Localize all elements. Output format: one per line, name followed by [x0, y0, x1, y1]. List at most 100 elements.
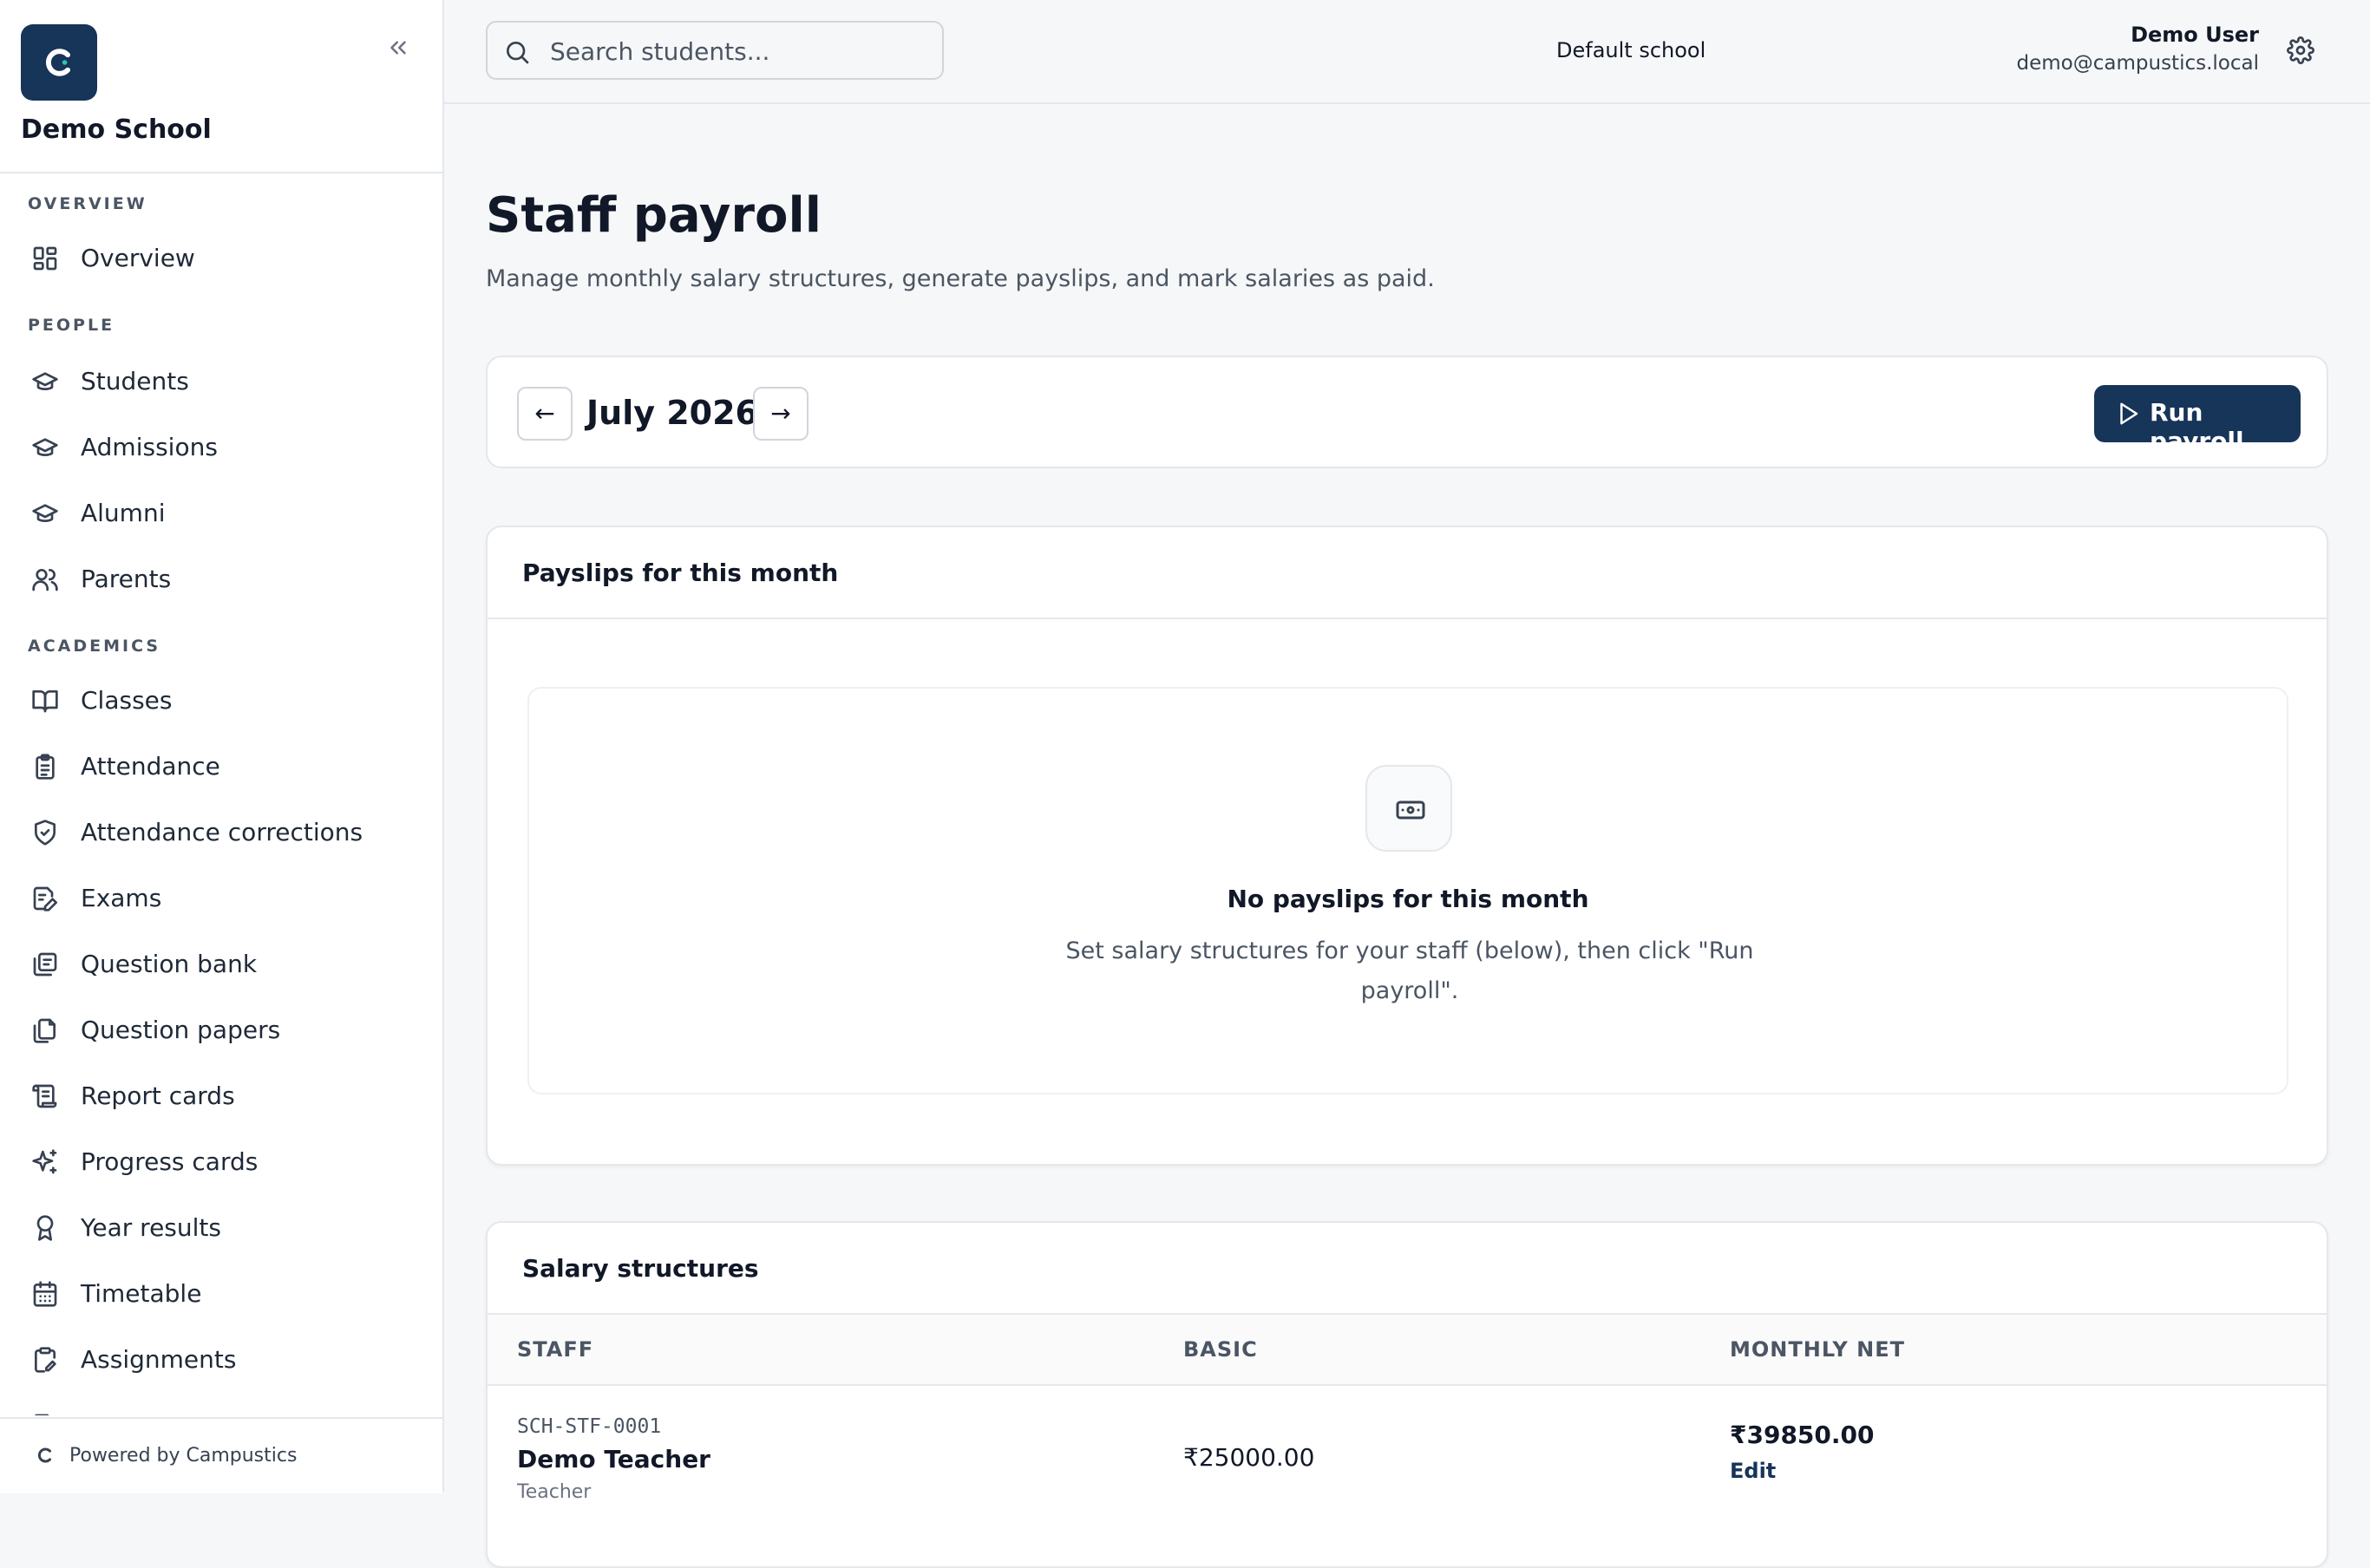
sidebar-item-label: Attendance corrections: [81, 818, 363, 846]
powered-by-footer: Powered by Campustics: [0, 1417, 442, 1493]
column-header-basic: BASIC: [1183, 1337, 1258, 1362]
sidebar-item-timetable[interactable]: Timetable: [16, 1264, 423, 1320]
scroll-text-icon: [32, 1084, 57, 1108]
payslips-title: Payslips for this month: [522, 559, 839, 587]
sidebar-brand: Demo School: [0, 0, 442, 173]
sidebar-item-label: Exams: [81, 884, 162, 912]
sidebar-item-label: Admissions: [81, 433, 218, 461]
salary-title: Salary structures: [522, 1254, 759, 1283]
sidebar-item-students[interactable]: Students: [16, 352, 423, 408]
play-icon: [2120, 402, 2138, 425]
monthly-net: ₹39850.00: [1730, 1421, 1875, 1449]
sidebar-item-label: Parents: [81, 565, 172, 593]
payslips-card-header: Payslips for this month: [488, 527, 2327, 619]
search-icon: [507, 42, 529, 64]
staff-name: Demo Teacher: [517, 1445, 710, 1473]
file-pen-icon: [35, 1414, 49, 1415]
sidebar-item-partial[interactable]: [16, 1396, 423, 1415]
sidebar-item-label: Classes: [81, 686, 173, 715]
previous-month-button[interactable]: ←: [517, 387, 573, 441]
sidebar-item-label: Attendance: [81, 752, 220, 781]
sidebar-item-year-results[interactable]: Year results: [16, 1199, 423, 1254]
sidebar-item-label: Assignments: [81, 1345, 237, 1374]
users-icon: [32, 569, 58, 591]
sidebar-item-alumni[interactable]: Alumni: [16, 484, 423, 539]
calendar-icon: [33, 1281, 57, 1307]
sidebar: Demo School OVERVIEW Overview PEOPLE Stu…: [0, 0, 444, 1493]
sidebar-item-label: Question bank: [81, 950, 258, 978]
sidebar-item-parents[interactable]: Parents: [16, 550, 423, 605]
nav-section-people: PEOPLE: [28, 316, 115, 335]
empty-state-title: No payslips for this month: [1227, 885, 1589, 913]
school-switcher[interactable]: Default school: [1556, 38, 1705, 62]
sidebar-item-assignments[interactable]: Assignments: [16, 1330, 423, 1386]
sidebar-item-label: Question papers: [81, 1016, 281, 1044]
school-name: Demo School: [21, 114, 212, 145]
clipboard-list-icon: [36, 754, 55, 780]
sidebar-item-label: Progress cards: [81, 1147, 259, 1176]
graduation-cap-icon: [32, 438, 58, 456]
column-header-monthly-net: MONTHLY NET: [1730, 1337, 1905, 1362]
salary-structures-card: Salary structures STAFF BASIC MONTHLY NE…: [486, 1221, 2328, 1568]
nav-section-overview: OVERVIEW: [28, 194, 147, 213]
run-payroll-label: Run payroll: [2150, 398, 2244, 455]
sidebar-nav: OVERVIEW Overview PEOPLE Students Admiss…: [0, 173, 442, 1415]
sidebar-item-label: Students: [81, 367, 189, 395]
banknote-icon: [1396, 800, 1425, 820]
sidebar-item-admissions[interactable]: Admissions: [16, 418, 423, 474]
staff-role: Teacher: [517, 1481, 592, 1503]
search-input[interactable]: [548, 33, 933, 69]
sidebar-item-question-bank[interactable]: Question bank: [16, 935, 423, 990]
page-subtitle: Manage monthly salary structures, genera…: [486, 265, 1435, 292]
powered-by-text: Powered by Campustics: [69, 1445, 298, 1467]
campustics-logo-icon: [46, 49, 71, 76]
nav-section-academics: ACADEMICS: [28, 637, 161, 656]
book-open-icon: [32, 690, 58, 713]
sidebar-item-question-papers[interactable]: Question papers: [16, 1001, 423, 1056]
empty-state-icon-box: [1365, 765, 1452, 852]
sidebar-item-attendance-corrections[interactable]: Attendance corrections: [16, 803, 423, 859]
gear-icon[interactable]: [2287, 36, 2314, 64]
basic-salary: ₹25000.00: [1183, 1443, 1315, 1472]
collapse-sidebar-icon[interactable]: [385, 35, 411, 61]
campustics-mark-icon: [37, 1447, 51, 1463]
sidebar-item-label: Overview: [81, 244, 195, 272]
file-pen-icon: [33, 886, 57, 911]
school-logo[interactable]: [21, 24, 97, 101]
payslips-empty-state: No payslips for this month Set salary st…: [527, 687, 2288, 1094]
library-icon: [33, 952, 57, 977]
dashboard-icon: [33, 246, 57, 271]
run-payroll-button[interactable]: Run payroll: [2094, 385, 2301, 455]
sparkles-icon: [32, 1149, 57, 1174]
award-icon: [36, 1215, 54, 1241]
next-month-button[interactable]: →: [753, 387, 809, 441]
sidebar-item-exams[interactable]: Exams: [16, 869, 423, 924]
salary-table-header: STAFF BASIC MONTHLY NET: [488, 1315, 2327, 1386]
staff-code: SCH-STF-0001: [517, 1415, 662, 1438]
month-navigator: ← July 2026 → Run payroll: [486, 356, 2328, 468]
sidebar-item-classes[interactable]: Classes: [16, 671, 423, 727]
page-title: Staff payroll: [486, 187, 822, 244]
column-header-staff: STAFF: [517, 1337, 594, 1362]
search-box[interactable]: [486, 21, 944, 80]
clipboard-pen-icon: [35, 1347, 56, 1373]
sidebar-item-label: Timetable: [81, 1279, 202, 1308]
empty-state-description: Set salary structures for your staff (be…: [1065, 938, 1754, 1004]
files-icon: [33, 1018, 56, 1043]
sidebar-item-progress-cards[interactable]: Progress cards: [16, 1133, 423, 1188]
sidebar-item-label: Report cards: [81, 1081, 235, 1110]
user-name[interactable]: Demo User: [2131, 23, 2259, 47]
sidebar-item-report-cards[interactable]: Report cards: [16, 1067, 423, 1122]
sidebar-item-attendance[interactable]: Attendance: [16, 737, 423, 793]
sidebar-item-overview[interactable]: Overview: [16, 229, 423, 284]
edit-salary-link[interactable]: Edit: [1730, 1459, 1776, 1483]
graduation-cap-icon: [32, 372, 58, 390]
current-month: July 2026: [586, 394, 758, 432]
payslips-card: Payslips for this month No payslips for …: [486, 526, 2328, 1166]
graduation-cap-icon: [32, 504, 58, 522]
user-email: demo@campustics.local: [2016, 52, 2259, 75]
shield-check-icon: [35, 820, 56, 846]
sidebar-item-label: Alumni: [81, 499, 166, 527]
salary-card-header: Salary structures: [488, 1223, 2327, 1315]
sidebar-item-label: Year results: [81, 1213, 221, 1242]
